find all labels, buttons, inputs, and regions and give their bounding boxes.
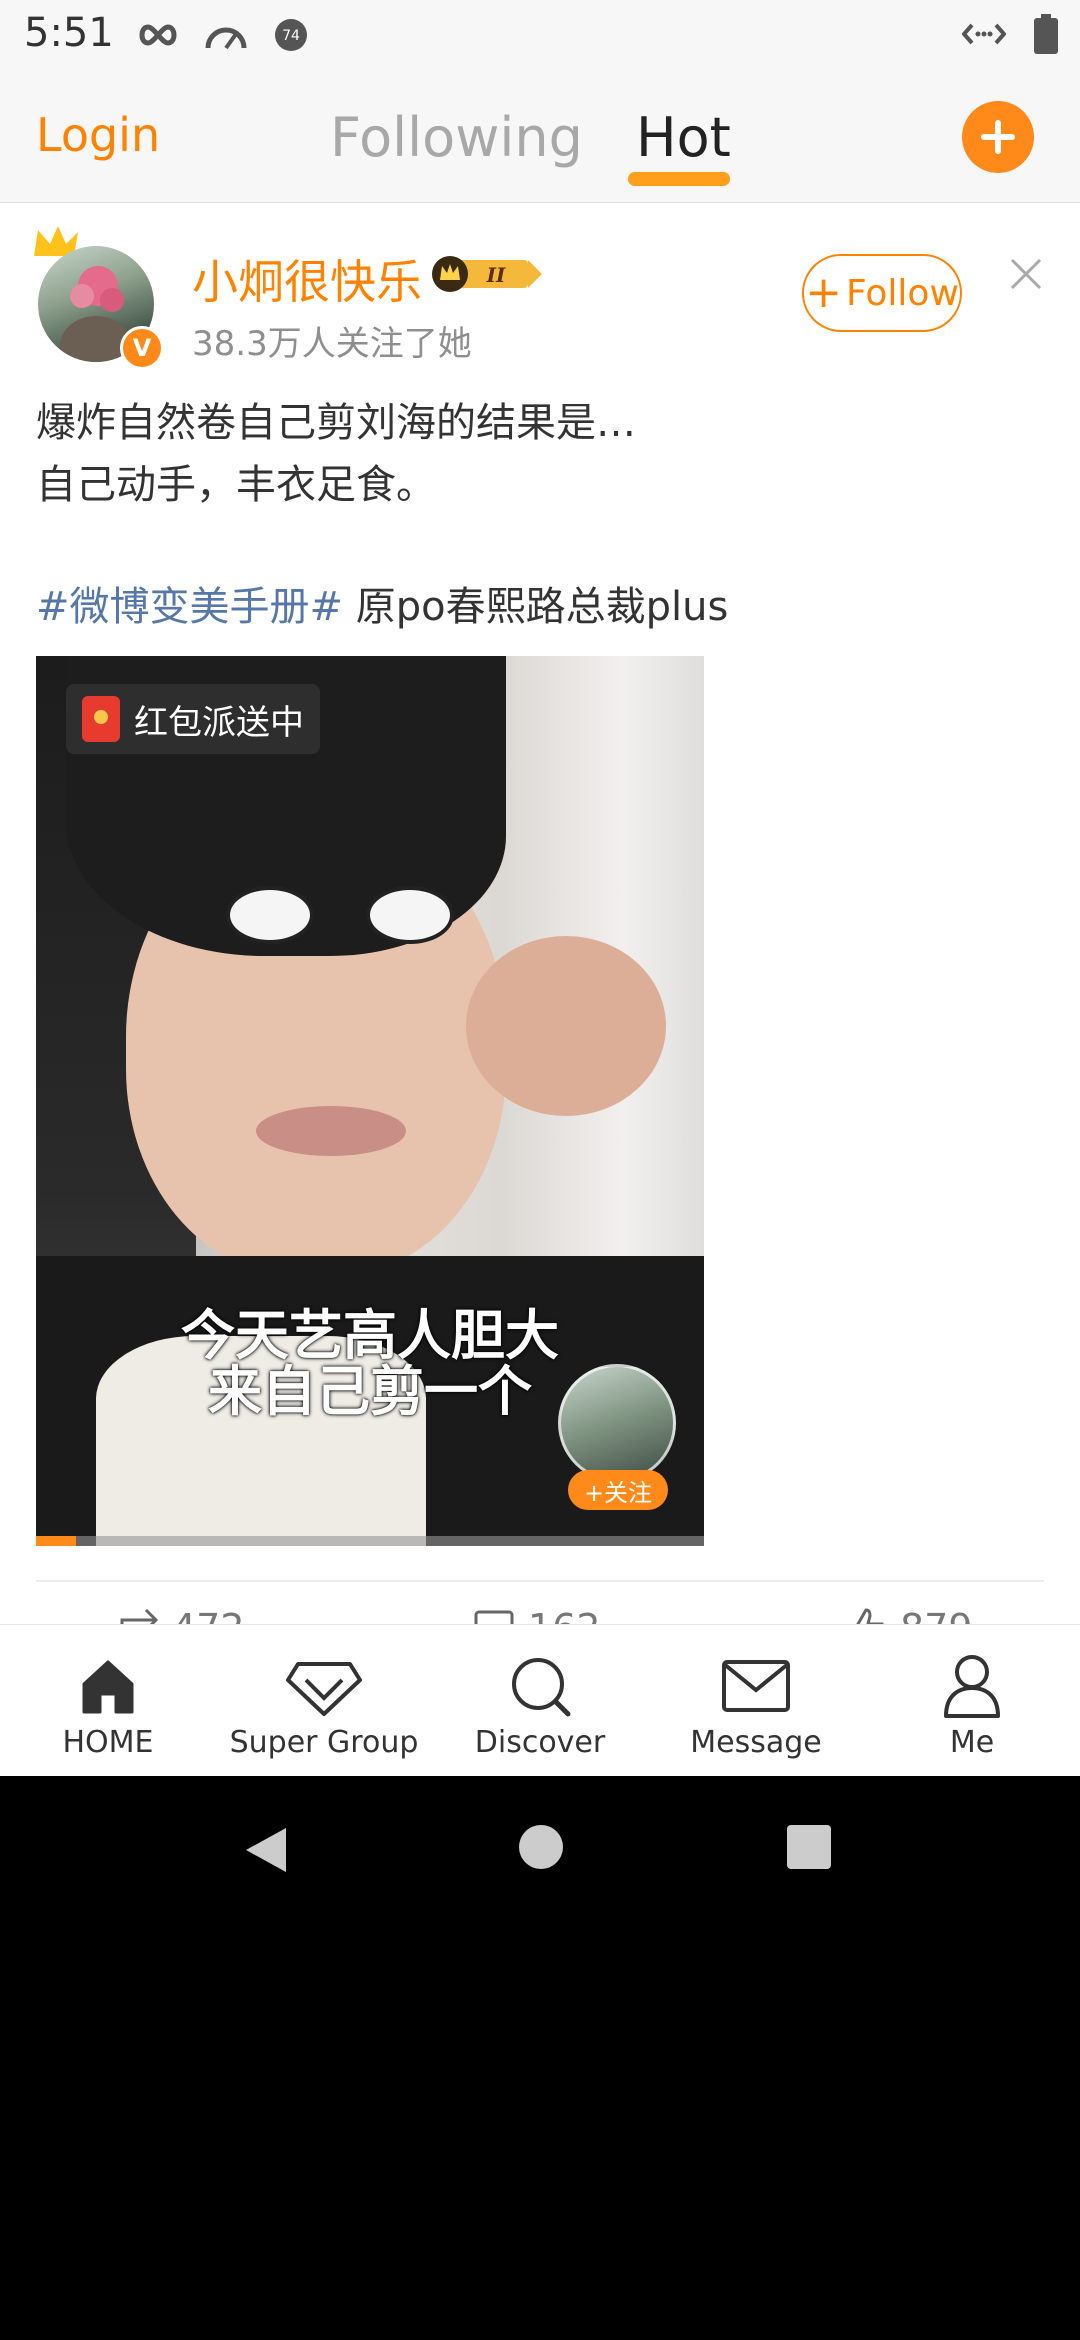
share-action[interactable]: 472 xyxy=(116,1606,245,1624)
nav-me[interactable]: Me xyxy=(872,1651,1072,1760)
tab-hot[interactable]: Hot xyxy=(636,106,731,169)
verified-badge: V xyxy=(120,326,164,370)
battery-icon xyxy=(1034,14,1058,54)
follow-label: Follow xyxy=(845,272,959,314)
home-circle-icon[interactable] xyxy=(518,1824,564,1870)
like-count: 879 xyxy=(900,1606,973,1624)
post-actions: 472 162 879 xyxy=(0,1604,1080,1624)
mail-icon xyxy=(722,1660,790,1712)
video-mouth xyxy=(256,1106,406,1156)
follow-button[interactable]: + Follow xyxy=(802,254,962,332)
follower-count: 38.3万人关注了她 xyxy=(192,324,472,364)
comment-count: 162 xyxy=(528,1606,601,1624)
nav-home[interactable]: HOME xyxy=(8,1651,208,1760)
red-packet-label: 红包派送中 xyxy=(134,702,304,743)
tab-following[interactable]: Following xyxy=(330,106,583,169)
top-header: Login Following Hot xyxy=(0,72,1080,203)
nav-message-label: Message xyxy=(690,1725,822,1760)
nav-discover-label: Discover xyxy=(474,1725,606,1760)
like-action[interactable]: 879 xyxy=(844,1606,973,1624)
infinity-icon xyxy=(139,24,177,46)
badge-74-icon: 74 xyxy=(275,19,307,51)
nav-super-group-label: Super Group xyxy=(229,1725,419,1760)
post-text-line2: 自己动手，丰衣足食。 xyxy=(36,462,436,508)
post-divider xyxy=(36,1580,1044,1582)
diamond-icon xyxy=(286,1662,362,1716)
red-packet-banner[interactable]: 红包派送中 xyxy=(66,684,320,754)
share-count: 472 xyxy=(172,1606,245,1624)
active-tab-indicator xyxy=(628,172,730,186)
back-icon[interactable] xyxy=(242,1824,290,1876)
status-icons-left: 74 xyxy=(138,18,308,52)
nav-home-label: HOME xyxy=(62,1725,154,1760)
video-subtitle-line1: 今天艺高人胆大 xyxy=(181,1304,559,1367)
search-icon xyxy=(512,1658,571,1717)
post-text-line3: #微博变美手册# 原po春熙路总裁plus xyxy=(36,576,1036,638)
nav-discover[interactable]: Discover xyxy=(440,1651,640,1760)
home-icon xyxy=(82,1660,134,1714)
nav-message[interactable]: Message xyxy=(656,1651,856,1760)
video-hand xyxy=(466,936,666,1116)
svg-text:II: II xyxy=(486,263,506,287)
follow-plus-icon: + xyxy=(805,267,842,318)
video-follow-button[interactable]: +关注 xyxy=(568,1470,668,1510)
comment-action[interactable]: 162 xyxy=(472,1606,601,1624)
post-text-line3-rest: 原po春熙路总裁plus xyxy=(343,584,729,630)
hashtag-link[interactable]: #微博变美手册# xyxy=(36,584,343,630)
comment-icon xyxy=(474,1610,514,1624)
status-time: 5:51 xyxy=(24,10,114,56)
video-progress-fill xyxy=(36,1536,77,1546)
system-nav-bar xyxy=(0,1776,1080,1916)
video-eye-left xyxy=(226,886,314,944)
video-player[interactable]: 红包派送中 今天艺高人胆大 来自己剪一个 +关注 xyxy=(36,656,704,1546)
bottom-nav: HOME Super Group Discover Message Me xyxy=(0,1624,1080,1776)
share-icon xyxy=(120,1608,159,1624)
member-level-badge: II xyxy=(432,256,542,292)
data-transfer-icon xyxy=(962,23,1006,45)
compose-button[interactable] xyxy=(962,101,1034,173)
status-icons-right xyxy=(962,14,1058,54)
video-progress-bar[interactable] xyxy=(36,1536,704,1546)
red-packet-icon xyxy=(82,696,120,742)
nav-me-label: Me xyxy=(949,1725,995,1760)
person-icon xyxy=(944,1655,1000,1718)
login-link[interactable]: Login xyxy=(36,108,160,162)
svg-text:74: 74 xyxy=(282,28,300,44)
recents-icon[interactable] xyxy=(786,1824,832,1870)
nav-super-group[interactable]: Super Group xyxy=(224,1651,424,1760)
like-icon xyxy=(856,1608,884,1624)
video-mini-avatar[interactable] xyxy=(558,1364,676,1482)
speedometer-icon xyxy=(205,27,247,50)
app-screen: 5:51 74 Login Following Hot V 小炯很快乐 II 3… xyxy=(0,0,1080,1776)
close-icon[interactable] xyxy=(1008,256,1044,292)
video-eye-right xyxy=(366,886,454,944)
post-username[interactable]: 小炯很快乐 xyxy=(192,246,422,312)
status-bar: 5:51 74 xyxy=(0,0,1080,72)
post-text-line1: 爆炸自然卷自己剪刘海的结果是… xyxy=(36,400,636,446)
plus-icon xyxy=(981,120,1015,154)
